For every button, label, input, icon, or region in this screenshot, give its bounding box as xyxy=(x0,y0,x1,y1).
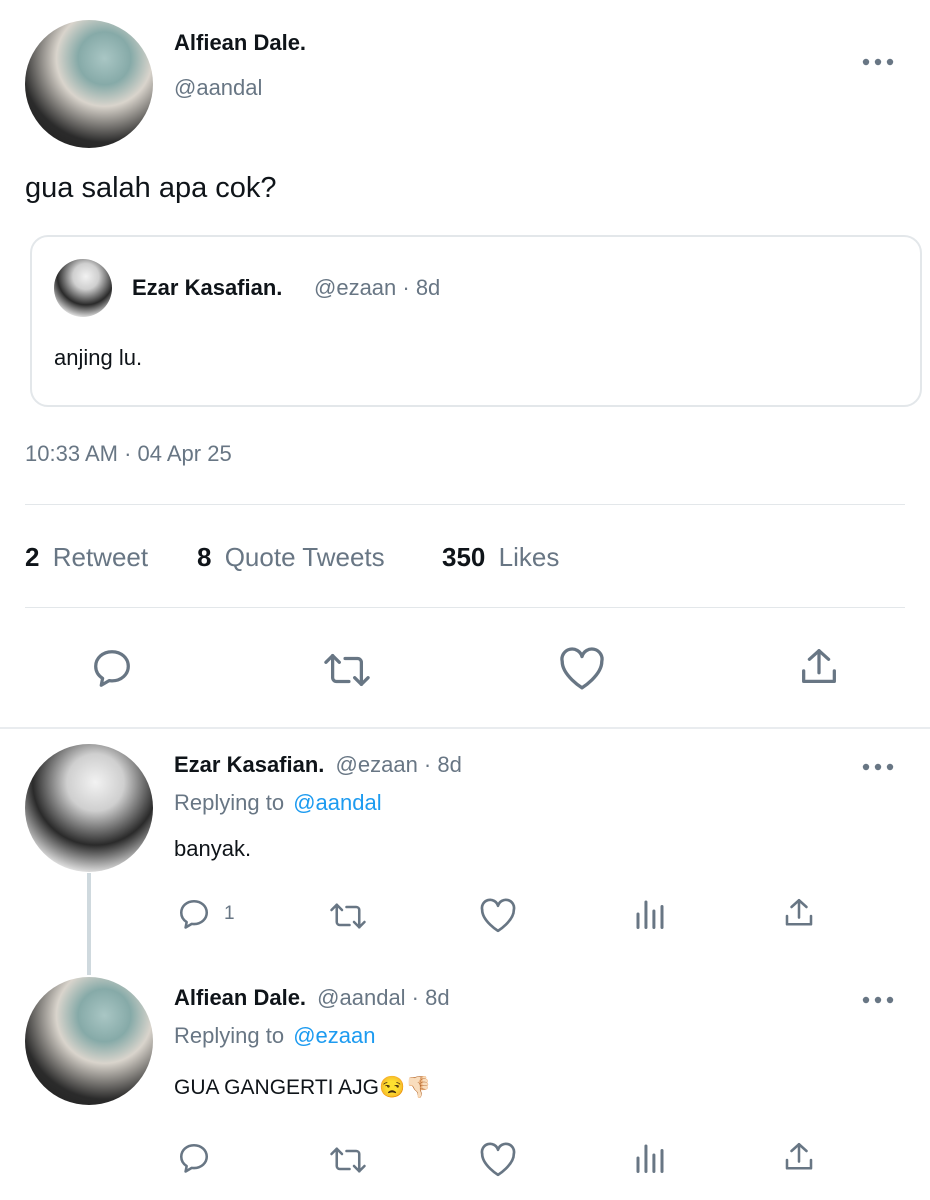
reply-header: Alfiean Dale. @aandal · 8d xyxy=(174,985,450,1011)
reply-icon[interactable] xyxy=(176,1140,212,1176)
quoted-author-name: Ezar Kasafian. xyxy=(132,275,283,300)
reply-meta: @ezaan · 8d xyxy=(335,752,462,777)
quoted-meta: @ezaan · 8d xyxy=(314,275,441,300)
reply-author-name[interactable]: Ezar Kasafian. xyxy=(174,752,324,777)
reply-meta: @aandal · 8d xyxy=(317,985,450,1010)
quoted-avatar xyxy=(54,259,112,317)
retweet-icon[interactable] xyxy=(326,1142,370,1178)
retweet-icon[interactable] xyxy=(320,647,374,693)
more-options-icon[interactable] xyxy=(860,760,896,774)
replying-to-handle[interactable]: @aandal xyxy=(293,790,381,815)
like-icon[interactable] xyxy=(478,1140,518,1178)
likes-label: Likes xyxy=(498,542,560,572)
like-icon[interactable] xyxy=(478,896,518,934)
reply-author-name[interactable]: Alfiean Dale. xyxy=(174,985,306,1010)
reply-text: banyak. xyxy=(174,836,252,861)
reply-header: Ezar Kasafian. @ezaan · 8d xyxy=(174,752,462,778)
reply-icon[interactable] xyxy=(176,896,212,932)
replying-to-label: Replying to xyxy=(174,1023,285,1048)
quoted-tweet[interactable]: Ezar Kasafian. @ezaan · 8d anjing lu. xyxy=(30,235,922,407)
retweet-label: Retweet xyxy=(52,542,149,572)
share-icon[interactable] xyxy=(796,643,842,691)
likes-count: 350 xyxy=(442,542,486,572)
retweet-icon[interactable] xyxy=(326,898,370,934)
thread-line xyxy=(87,873,91,975)
reply-icon[interactable] xyxy=(89,645,135,691)
timestamp[interactable]: 10:33 AM · 04 Apr 25 xyxy=(25,441,232,467)
reply-count: 1 xyxy=(224,903,235,924)
more-options-icon[interactable] xyxy=(860,55,896,69)
more-options-icon[interactable] xyxy=(860,993,896,1007)
quoted-text: anjing lu. xyxy=(54,345,143,370)
section-divider xyxy=(0,727,930,729)
reply-text: GUA GANGERTI AJG😒👎🏻 xyxy=(174,1076,432,1099)
replying-to: Replying to @ezaan xyxy=(174,1023,375,1049)
retweet-stat[interactable]: 2 Retweet xyxy=(25,542,148,573)
replying-to: Replying to @aandal xyxy=(174,790,382,816)
author-handle[interactable]: @aandal xyxy=(174,75,262,101)
retweet-count: 2 xyxy=(25,542,40,572)
author-avatar[interactable] xyxy=(25,20,153,148)
share-icon[interactable] xyxy=(781,894,817,932)
tweet-text: gua salah apa cok? xyxy=(25,172,277,204)
share-icon[interactable] xyxy=(781,1138,817,1176)
analytics-icon[interactable] xyxy=(632,896,668,932)
replying-to-handle[interactable]: @ezaan xyxy=(293,1023,375,1048)
quote-tweets-stat[interactable]: 8 Quote Tweets xyxy=(197,542,385,573)
like-icon[interactable] xyxy=(557,645,607,691)
likes-stat[interactable]: 350 Likes xyxy=(442,542,559,573)
author-name[interactable]: Alfiean Dale. xyxy=(174,30,306,56)
reply-avatar[interactable] xyxy=(25,744,153,872)
replying-to-label: Replying to xyxy=(174,790,285,815)
quote-label: Quote Tweets xyxy=(224,542,385,572)
reply-avatar[interactable] xyxy=(25,977,153,1105)
analytics-icon[interactable] xyxy=(632,1140,668,1176)
quote-count: 8 xyxy=(197,542,212,572)
divider xyxy=(25,504,905,505)
divider xyxy=(25,607,905,608)
